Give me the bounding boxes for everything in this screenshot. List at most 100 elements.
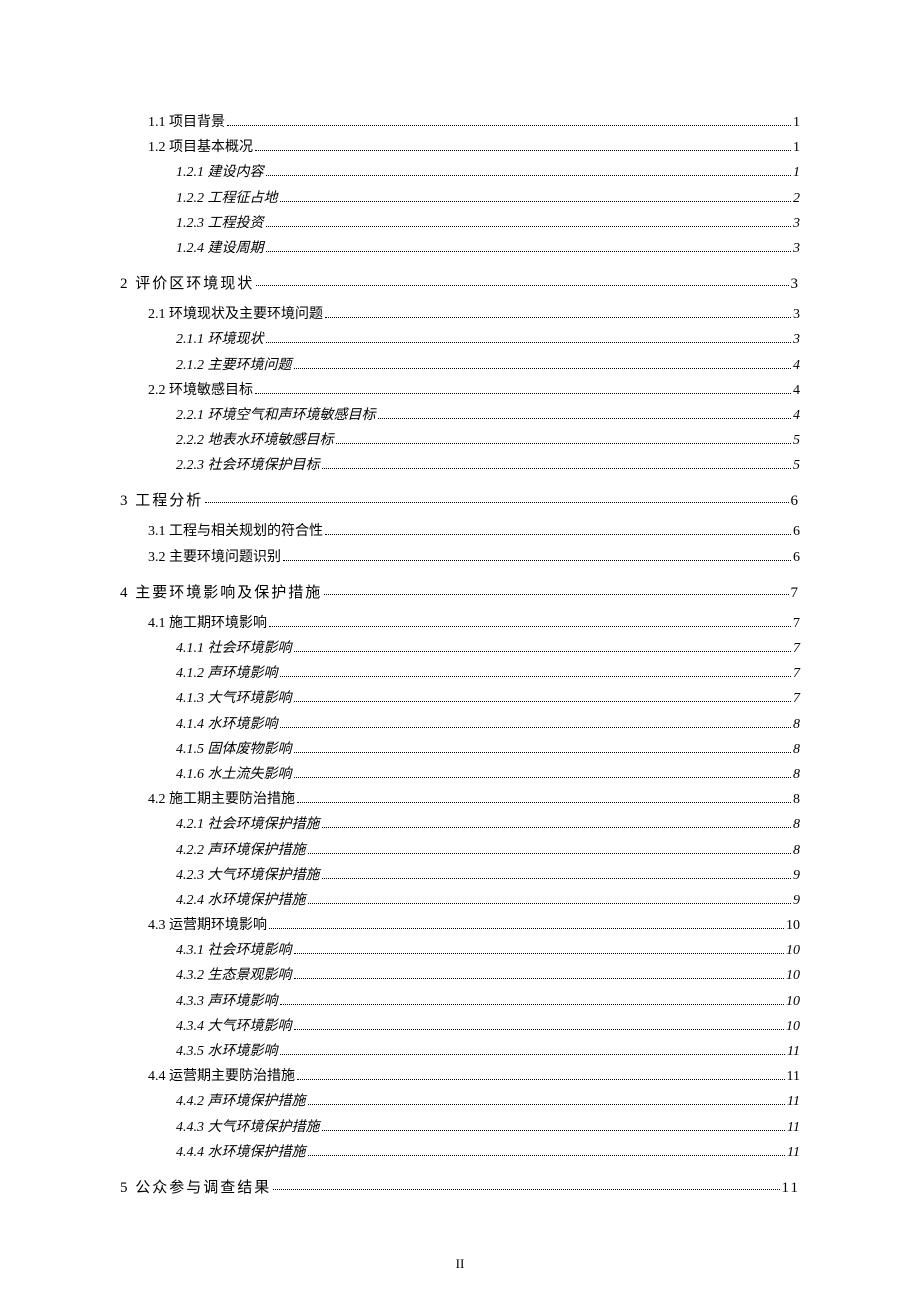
toc-entry[interactable]: 2.2.3 社会环境保护目标5 <box>120 453 800 478</box>
toc-leader <box>280 992 785 1005</box>
toc-leader <box>325 523 791 536</box>
toc-entry[interactable]: 2.2.2 地表水环境敏感目标5 <box>120 428 800 453</box>
toc-entry[interactable]: 1.2.1 建设内容1 <box>120 160 800 185</box>
toc-page: 11 <box>782 1175 800 1202</box>
toc-leader <box>294 967 785 980</box>
toc-entry[interactable]: 4.1.2 声环境影响7 <box>120 661 800 686</box>
toc-entry[interactable]: 4.4.4 水环境保护措施11 <box>120 1140 800 1165</box>
toc-entry[interactable]: 2 评价区环境现状3 <box>120 271 800 298</box>
toc-entry[interactable]: 4.2.2 声环境保护措施8 <box>120 838 800 863</box>
toc-entry[interactable]: 5 公众参与调查结果11 <box>120 1175 800 1202</box>
toc-entry[interactable]: 1.2.3 工程投资3 <box>120 211 800 236</box>
toc-label: 4.1.4 水环境影响 <box>176 712 278 737</box>
toc-entry[interactable]: 4.3.1 社会环境影响10 <box>120 938 800 963</box>
toc-entry[interactable]: 4.3.5 水环境影响11 <box>120 1039 800 1064</box>
toc-page: 4 <box>793 403 800 428</box>
toc-entry[interactable]: 4.2.3 大气环境保护措施9 <box>120 863 800 888</box>
toc-leader <box>280 665 792 678</box>
toc-leader <box>297 791 791 804</box>
toc-entry[interactable]: 4.3.2 生态景观影响 10 <box>120 963 800 988</box>
toc-label: 4.4.3 大气环境保护措施 <box>176 1115 320 1140</box>
toc-leader <box>297 1068 785 1081</box>
toc-page: 6 <box>793 519 800 544</box>
toc-entry[interactable]: 3.1 工程与相关规划的符合性 6 <box>120 519 800 544</box>
toc-label: 4.2 施工期主要防治措施 <box>148 787 295 812</box>
toc-entry[interactable]: 4.3.4 大气环境影响10 <box>120 1014 800 1039</box>
toc-label: 4.3.2 生态景观影响 <box>176 963 292 988</box>
toc-page: 6 <box>793 545 800 570</box>
toc-leader <box>280 715 792 728</box>
toc-page: 7 <box>793 661 800 686</box>
toc-entry[interactable]: 1.2 项目基本概况1 <box>120 135 800 160</box>
toc-leader <box>273 1178 779 1192</box>
toc-page: 8 <box>793 812 800 837</box>
toc-leader <box>256 275 788 289</box>
toc-entry[interactable]: 4.2 施工期主要防治措施 8 <box>120 787 800 812</box>
toc-label: 4.1.1 社会环境影响 <box>176 636 292 661</box>
toc-entry[interactable]: 4.1.5 固体废物影响8 <box>120 737 800 762</box>
toc-entry[interactable]: 1.2.4 建设周期3 <box>120 236 800 261</box>
toc-page: 11 <box>787 1115 800 1140</box>
toc-leader <box>269 916 784 929</box>
toc-entry[interactable]: 3.2 主要环境问题识别 6 <box>120 545 800 570</box>
toc-page: 7 <box>793 611 800 636</box>
toc-entry[interactable]: 4.2.1 社会环境保护措施 8 <box>120 812 800 837</box>
toc-entry[interactable]: 4.4.2 声环境保护措施11 <box>120 1089 800 1114</box>
toc-label: 3.1 工程与相关规划的符合性 <box>148 519 323 544</box>
toc-leader <box>294 1017 785 1030</box>
toc-entry[interactable]: 1.2.2 工程征占地2 <box>120 186 800 211</box>
toc-entry[interactable]: 4 主要环境影响及保护措施7 <box>120 580 800 607</box>
toc-label: 1.1 项目背景 <box>148 110 225 135</box>
toc-page: 5 <box>793 453 800 478</box>
toc-page: 8 <box>793 762 800 787</box>
toc-entry[interactable]: 4.3 运营期环境影响 10 <box>120 913 800 938</box>
toc-label: 3.2 主要环境问题识别 <box>148 545 281 570</box>
toc-leader <box>266 214 792 227</box>
toc-label: 2.2 环境敏感目标 <box>148 378 253 403</box>
toc-entry[interactable]: 3 工程分析6 <box>120 488 800 515</box>
toc-entry[interactable]: 2.2 环境敏感目标4 <box>120 378 800 403</box>
toc-leader <box>294 765 792 778</box>
toc-page: 3 <box>793 302 800 327</box>
toc-leader <box>266 164 792 177</box>
toc-label: 4.3 运营期环境影响 <box>148 913 267 938</box>
toc-entry[interactable]: 4.1.1 社会环境影响7 <box>120 636 800 661</box>
toc-entry[interactable]: 2.2.1 环境空气和声环境敏感目标4 <box>120 403 800 428</box>
toc-page: 9 <box>793 863 800 888</box>
toc-page: 8 <box>793 787 800 812</box>
toc-page: 10 <box>786 913 800 938</box>
toc-entry[interactable]: 2.1.1 环境现状3 <box>120 327 800 352</box>
toc-leader <box>294 639 792 652</box>
toc-entry[interactable]: 4.2.4 水环境保护措施9 <box>120 888 800 913</box>
toc-entry[interactable]: 4.1.6 水土流失影响8 <box>120 762 800 787</box>
toc-label: 2.1 环境现状及主要环境问题 <box>148 302 323 327</box>
toc-entry[interactable]: 4.4 运营期主要防治措施11 <box>120 1064 800 1089</box>
toc-entry[interactable]: 4.3.3 声环境影响10 <box>120 989 800 1014</box>
toc-label: 2.1.2 主要环境问题 <box>176 353 292 378</box>
toc-leader <box>322 816 792 829</box>
document-page: 1.1 项目背景11.2 项目基本概况11.2.1 建设内容11.2.2 工程征… <box>0 0 920 1302</box>
toc-leader <box>283 548 791 561</box>
toc-leader <box>255 381 791 394</box>
toc-label: 4.2.1 社会环境保护措施 <box>176 812 320 837</box>
toc-page: 2 <box>793 186 800 211</box>
page-number: II <box>0 1256 920 1272</box>
toc-entry[interactable]: 1.1 项目背景1 <box>120 110 800 135</box>
toc-entry[interactable]: 4.4.3 大气环境保护措施 11 <box>120 1115 800 1140</box>
toc-leader <box>336 431 792 444</box>
toc-label: 4.1.5 固体废物影响 <box>176 737 292 762</box>
toc-leader <box>294 740 792 753</box>
toc-entry[interactable]: 4.1.4 水环境影响8 <box>120 712 800 737</box>
table-of-contents: 1.1 项目背景11.2 项目基本概况11.2.1 建设内容11.2.2 工程征… <box>120 110 800 1202</box>
toc-label: 4.3.5 水环境影响 <box>176 1039 278 1064</box>
toc-leader <box>255 139 791 152</box>
toc-label: 3 工程分析 <box>120 488 203 515</box>
toc-leader <box>324 583 788 597</box>
toc-entry[interactable]: 4.1 施工期环境影响7 <box>120 611 800 636</box>
toc-page: 10 <box>786 963 800 988</box>
toc-label: 1.2 项目基本概况 <box>148 135 253 160</box>
toc-label: 2.1.1 环境现状 <box>176 327 264 352</box>
toc-entry[interactable]: 2.1.2 主要环境问题4 <box>120 353 800 378</box>
toc-entry[interactable]: 4.1.3 大气环境影响7 <box>120 686 800 711</box>
toc-entry[interactable]: 2.1 环境现状及主要环境问题 3 <box>120 302 800 327</box>
